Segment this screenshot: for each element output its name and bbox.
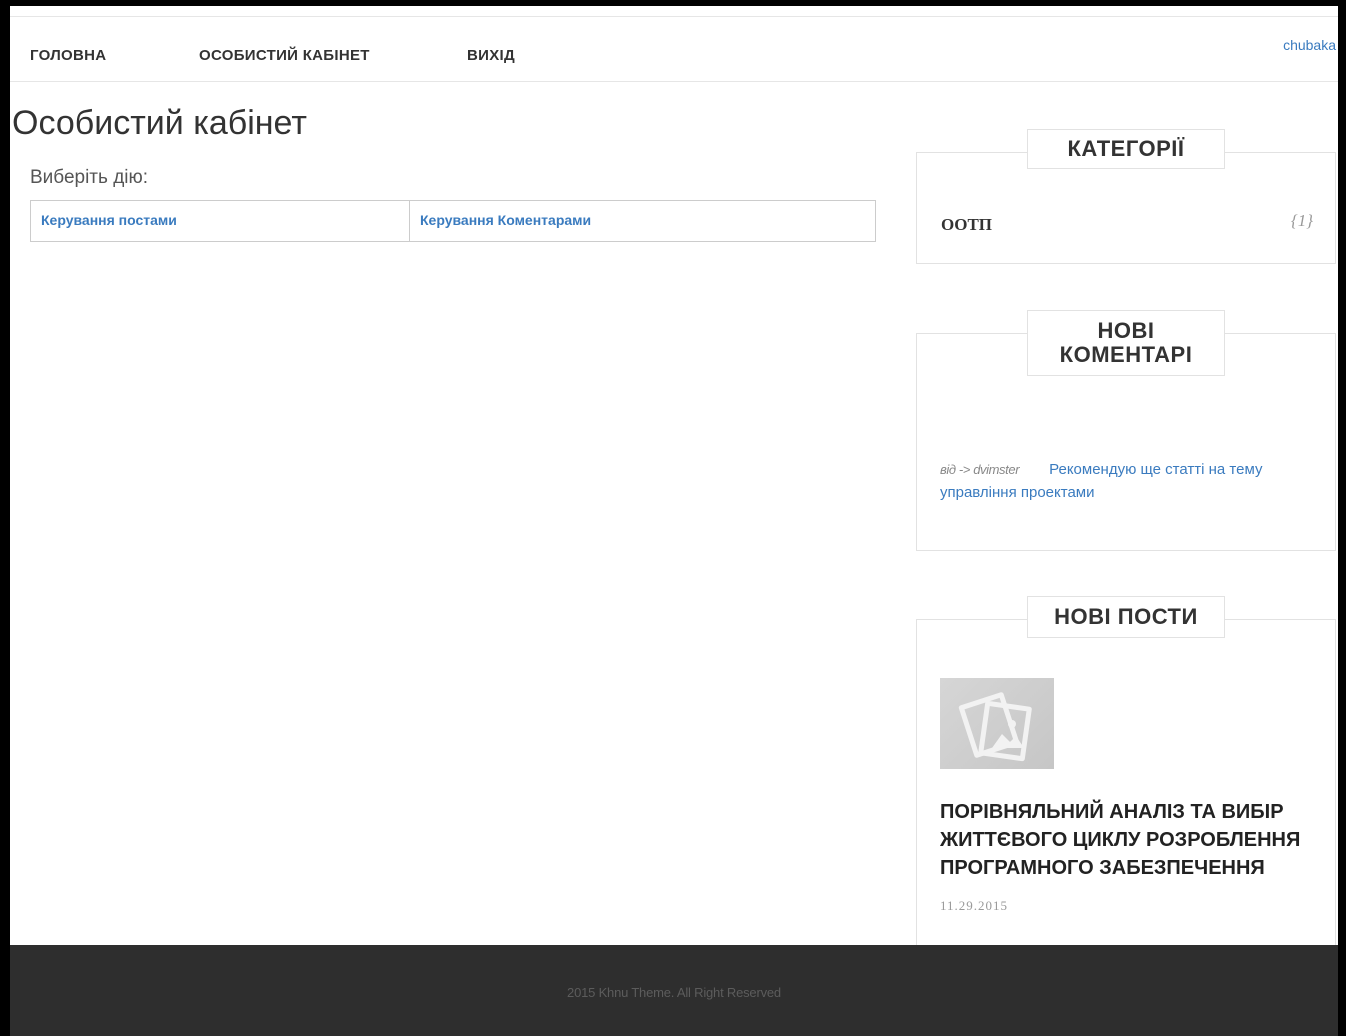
manage-comments-link[interactable]: Керування Коментарами bbox=[410, 201, 875, 241]
posts-widget: НОВІ ПОСТИ ПОРІВНЯЛЬНИЙ АНАЛІЗ ТА ВИБІР … bbox=[916, 596, 1336, 959]
categories-widget: КАТЕГОРІЇ ООТП {1} bbox=[916, 129, 1336, 264]
nav-logout-link[interactable]: ВИХІД bbox=[467, 47, 515, 64]
user-link[interactable]: chubaka bbox=[1283, 37, 1336, 53]
page-title: Особистий кабінет bbox=[12, 104, 307, 142]
comments-widget-title: НОВІ КОМЕНТАРІ bbox=[1027, 310, 1225, 376]
choose-action-label: Виберіть дію: bbox=[30, 167, 149, 188]
post-thumbnail[interactable] bbox=[940, 678, 1054, 769]
comments-title-line2: КОМЕНТАРІ bbox=[1059, 342, 1193, 367]
comment-item: від -> dvimster Рекомендую ще статті на т… bbox=[940, 458, 1310, 504]
image-placeholder-icon bbox=[958, 692, 1032, 762]
comments-widget: НОВІ КОМЕНТАРІ від -> dvimster Рекомендую… bbox=[916, 310, 1336, 551]
footer-copyright: 2015 Khnu Theme. All Right Reserved bbox=[567, 985, 781, 1000]
category-link[interactable]: ООТП bbox=[941, 215, 992, 235]
posts-widget-title: НОВІ ПОСТИ bbox=[1027, 596, 1225, 638]
categories-widget-title: КАТЕГОРІЇ bbox=[1027, 129, 1225, 169]
comments-title-line1: НОВІ bbox=[1097, 318, 1155, 343]
post-date: 11.29.2015 bbox=[940, 898, 1009, 913]
post-title-link[interactable]: ПОРІВНЯЛЬНИЙ АНАЛІЗ ТА ВИБІР ЖИТТЄВОГО Ц… bbox=[940, 798, 1325, 882]
actions-table: Керування постами Керування Коментарами bbox=[30, 200, 876, 242]
nav-home-link[interactable]: ГОЛОВНА bbox=[30, 47, 106, 64]
top-nav: ГОЛОВНА ОСОБИСТИЙ КАБІНЕТ ВИХІД chubaka bbox=[10, 16, 1338, 82]
footer: 2015 Khnu Theme. All Right Reserved bbox=[10, 945, 1338, 1036]
comment-author: від -> dvimster bbox=[940, 462, 1020, 477]
nav-cabinet-link[interactable]: ОСОБИСТИЙ КАБІНЕТ bbox=[199, 47, 370, 64]
manage-posts-link[interactable]: Керування постами bbox=[31, 201, 410, 241]
page: ГОЛОВНА ОСОБИСТИЙ КАБІНЕТ ВИХІД chubaka … bbox=[10, 6, 1338, 1036]
category-count: {1} bbox=[1290, 211, 1313, 230]
